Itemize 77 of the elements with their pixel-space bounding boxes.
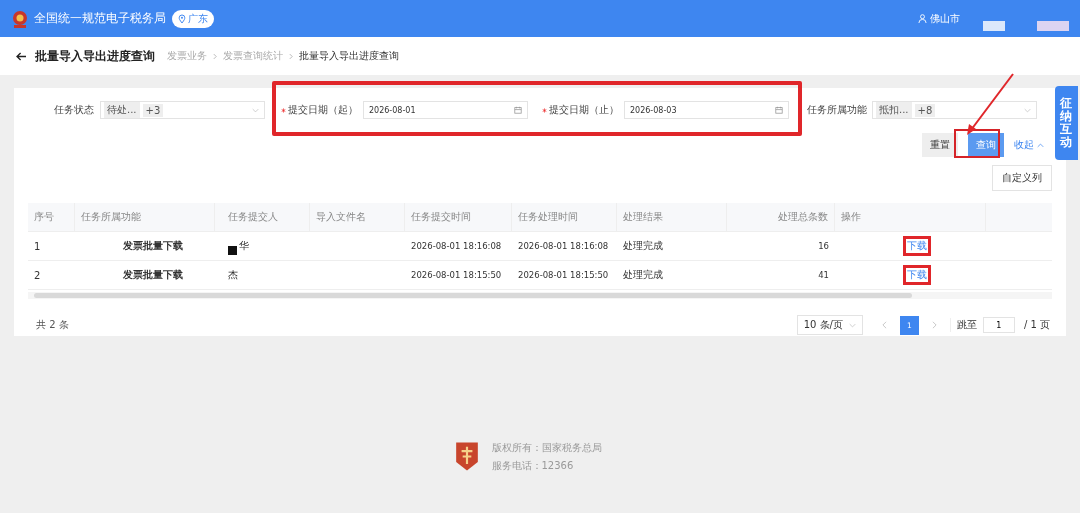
table-cell-text: 2026-08-01 18:16:08 — [410, 240, 503, 253]
date-field[interactable]: 2026-08-03 — [624, 101, 789, 119]
column-header: 任务提交人 — [215, 203, 310, 231]
chevron-right-icon — [213, 52, 217, 60]
service-phone: 服务电话：12366 — [491, 458, 575, 473]
next-page-icon[interactable] — [931, 321, 937, 329]
column-header: 操作 — [835, 203, 986, 231]
collapse-link[interactable]: 收起 — [1014, 138, 1044, 152]
page-input[interactable]: 1 — [982, 317, 1015, 333]
table-cell-text: 处理完成 — [622, 268, 664, 282]
emblem-icon — [10, 8, 30, 29]
total-count: 共 2 条 — [36, 318, 69, 332]
side-tab[interactable]: 征纳互动 — [1055, 86, 1078, 160]
breadcrumb-link[interactable]: 发票业务 — [167, 49, 207, 63]
copyright-text: 版权所有：国家税务总局 — [491, 440, 602, 455]
table-cell: 杰 — [228, 268, 238, 282]
redaction-block — [983, 21, 1005, 31]
page-title: 批量导入导出进度查询 — [35, 47, 155, 65]
breadcrumb-link[interactable]: 发票查询统计 — [223, 49, 283, 63]
column-header: 序号 — [28, 203, 75, 231]
page-size-select[interactable]: 10 条/页 — [796, 315, 863, 335]
annotation-arrow — [965, 72, 1015, 136]
download-link[interactable]: 下载 — [903, 265, 931, 285]
table-cell-text: 41 — [817, 269, 830, 282]
redaction-block — [1037, 21, 1069, 31]
filter-label: 提交日期（止） — [549, 103, 619, 117]
selected-tag: +3 — [142, 103, 164, 117]
user-name[interactable]: 佛山市 — [930, 11, 960, 26]
filter-label: 任务状态 — [53, 103, 94, 117]
horizontal-scrollbar[interactable] — [28, 292, 1052, 299]
calendar-icon — [775, 106, 783, 114]
redaction-block — [228, 245, 237, 255]
region-selector[interactable]: 广东 — [172, 9, 214, 28]
column-header: 任务所属功能 — [75, 203, 215, 231]
previous-page-icon[interactable] — [881, 321, 887, 329]
select-field[interactable]: 待处... +3 — [100, 101, 265, 119]
user-icon — [918, 14, 927, 23]
column-header: 处理结果 — [617, 203, 727, 231]
chevron-down-icon — [1024, 107, 1031, 113]
query-button[interactable]: 查询 — [968, 133, 1004, 157]
reset-button[interactable]: 重置 — [922, 133, 958, 157]
breadcrumb-link[interactable]: 批量导入导出进度查询 — [299, 49, 399, 63]
selected-tag: 抵扣... — [876, 102, 912, 118]
download-link[interactable]: 下载 — [903, 236, 931, 256]
chevron-down-icon — [252, 107, 259, 113]
chevron-up-icon — [1037, 142, 1044, 148]
table-cell-text: 处理完成 — [622, 239, 664, 253]
table-cell-text: 1 — [33, 239, 42, 254]
table-cell-text: 16 — [817, 240, 830, 253]
calendar-icon — [514, 106, 522, 114]
jump-label: 跳至 — [949, 318, 977, 332]
filter-label: 任务所属功能 — [807, 103, 867, 117]
chevron-right-icon — [289, 52, 293, 60]
page-count: / 1 页 — [1023, 318, 1050, 332]
table-cell-text: 2026-08-01 18:15:50 — [410, 269, 503, 282]
selected-tag: +8 — [914, 103, 936, 117]
table-cell-text: 发票批量下载 — [122, 239, 184, 253]
table-cell-text: 发票批量下载 — [122, 268, 184, 282]
table-cell-text: 2 — [33, 268, 42, 283]
filter-label: 提交日期（起） — [288, 103, 358, 117]
back-arrow-icon[interactable] — [16, 51, 27, 61]
customize-columns-button[interactable]: 自定义列 — [992, 165, 1052, 191]
table-cell: 华 — [239, 239, 249, 253]
column-header: 导入文件名 — [310, 203, 405, 231]
selected-tag: 待处... — [104, 102, 140, 118]
column-header: 任务处理时间 — [512, 203, 617, 231]
chevron-down-icon — [848, 322, 856, 328]
table-cell-text: 2026-08-01 18:15:50 — [517, 269, 610, 282]
table-cell-text: 2026-08-01 18:16:08 — [517, 240, 610, 253]
column-header: 任务提交时间 — [405, 203, 512, 231]
highlight-frame — [954, 129, 1000, 158]
column-header: 处理总条数 — [727, 203, 835, 231]
date-field[interactable]: 2026-08-01 — [363, 101, 528, 119]
select-field[interactable]: 抵扣... +8 — [872, 101, 1037, 119]
site-title: 全国统一规范电子税务局 — [34, 10, 166, 27]
location-pin-icon — [178, 13, 186, 24]
emblem-icon — [453, 440, 480, 473]
